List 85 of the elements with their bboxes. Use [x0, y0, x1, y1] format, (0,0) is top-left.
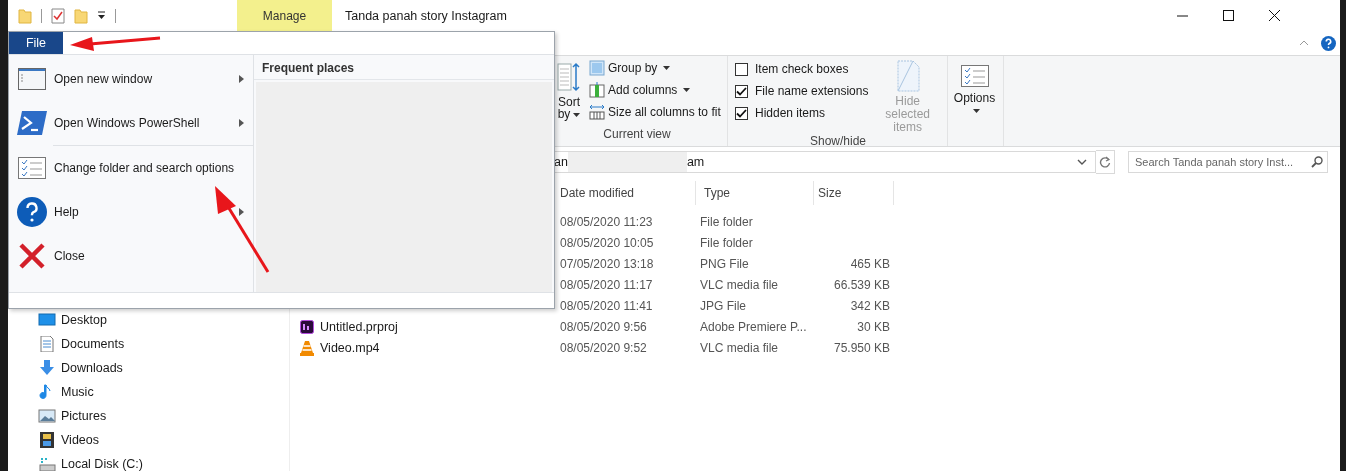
checkbox-label[interactable]: Item check boxes	[755, 62, 849, 76]
file-tab[interactable]: File	[9, 32, 63, 54]
table-cell-text: JPG File	[699, 298, 747, 313]
table-cell-text: PNG File	[699, 256, 750, 271]
powershell-icon	[17, 111, 47, 135]
group-icon	[589, 60, 605, 76]
dropdown-icon[interactable]	[97, 11, 106, 20]
table-cell: 465 KB	[850, 256, 890, 271]
ribbon-button[interactable]: Add columns	[589, 82, 721, 98]
properties-icon[interactable]	[51, 7, 65, 24]
table-cell-text: File folder	[699, 235, 754, 250]
table-cell: 342 KB	[850, 298, 890, 313]
nav-item[interactable]: Downloads	[8, 356, 289, 380]
options-icon	[960, 65, 989, 87]
ribbon-button[interactable]: Size all columns to fit	[589, 104, 721, 120]
table-cell-text: 08/05/2020 9:56	[559, 319, 648, 334]
menu-item[interactable]: Open new window	[9, 57, 253, 101]
nav-item[interactable]: Music	[8, 380, 289, 404]
downloads-icon	[38, 360, 56, 376]
table-cell-text: 07/05/2020 13:18	[559, 256, 655, 271]
window-title: Tanda panah story Instagram	[345, 8, 507, 23]
menu-item[interactable]: Help	[9, 190, 253, 234]
refresh-icon	[1099, 156, 1111, 168]
table-cell-text: 08/05/2020 11:23	[559, 214, 654, 229]
dropdown-arrow-icon	[972, 109, 980, 113]
options-icon	[17, 157, 47, 179]
nav-item[interactable]: Documents	[8, 332, 289, 356]
cone-icon	[300, 339, 314, 356]
column-header[interactable]: Size	[814, 181, 894, 205]
search-field[interactable]: Search Tanda panah story Inst...	[1128, 151, 1328, 173]
close-icon[interactable]	[1269, 10, 1280, 21]
nav-item[interactable]: Videos	[8, 428, 289, 452]
table-cell: 30 KB	[857, 319, 890, 334]
group-label: Show/hide	[809, 134, 866, 150]
menu-item[interactable]: Open Windows PowerShell	[9, 101, 253, 145]
nav-item[interactable]: Pictures	[8, 404, 289, 428]
videos-icon	[38, 432, 56, 448]
group-label: Current view	[603, 127, 671, 143]
options-button[interactable]: Options	[952, 60, 997, 113]
table-cell-text: 08/05/2020 11:41	[559, 298, 654, 313]
hide-page-icon	[895, 60, 920, 92]
columns-fit-icon	[589, 104, 605, 120]
disk-icon	[38, 456, 56, 471]
refresh-button[interactable]	[1096, 150, 1115, 174]
nav-item[interactable]: Desktop	[8, 308, 289, 332]
table-cell-text: 08/05/2020 9:52	[559, 340, 648, 355]
checkmark-icon	[736, 108, 747, 118]
table-cell-text: 08/05/2020 11:17	[559, 277, 654, 292]
checkbox-label[interactable]: File name extensions	[755, 84, 869, 98]
window-icon	[17, 68, 47, 90]
sort-by-button[interactable]: Sort by	[553, 60, 585, 127]
checkbox[interactable]	[735, 84, 748, 98]
checkbox[interactable]	[735, 106, 748, 120]
maximize-icon[interactable]	[1223, 10, 1234, 21]
file-name[interactable]: Untitled.prproj	[320, 319, 398, 334]
desktop-icon	[38, 312, 56, 328]
columns-icon	[589, 82, 605, 98]
checkbox-label[interactable]: Hidden items	[755, 106, 826, 120]
table-cell: 75.950 KB	[833, 340, 890, 355]
table-cell-text: Adobe Premiere P...	[699, 319, 808, 334]
column-header[interactable]: Type	[696, 181, 814, 205]
close-icon	[17, 243, 47, 269]
collapse-ribbon-icon[interactable]	[1299, 40, 1309, 46]
ribbon-button[interactable]: Group by	[589, 60, 721, 76]
manage-tab[interactable]: Manage	[237, 0, 332, 31]
table-cell-text: File folder	[699, 214, 754, 229]
chevron-icon[interactable]	[1077, 159, 1087, 165]
nav-item[interactable]: Local Disk (C:)	[8, 452, 289, 471]
premiere-file-icon	[300, 319, 314, 334]
menu-item[interactable]: Close	[9, 234, 253, 278]
table-cell-text: VLC media file	[699, 340, 780, 355]
checkmark-icon	[736, 86, 747, 96]
help-icon[interactable]	[1321, 35, 1336, 51]
help-icon	[17, 197, 47, 227]
table-cell-text: VLC media file	[699, 277, 780, 292]
pictures-icon	[38, 408, 56, 424]
table-cell-text: 08/05/2020 10:05	[559, 235, 655, 250]
file-name[interactable]: Video.mp4	[320, 340, 380, 355]
documents-icon	[38, 336, 56, 352]
dropdown-arrow-icon	[573, 112, 581, 117]
table-cell: 66.539 KB	[833, 277, 890, 292]
search-icon	[1311, 156, 1323, 168]
checkbox[interactable]	[735, 62, 748, 76]
sort-icon	[557, 62, 581, 94]
section-heading: Frequent places	[254, 55, 554, 80]
